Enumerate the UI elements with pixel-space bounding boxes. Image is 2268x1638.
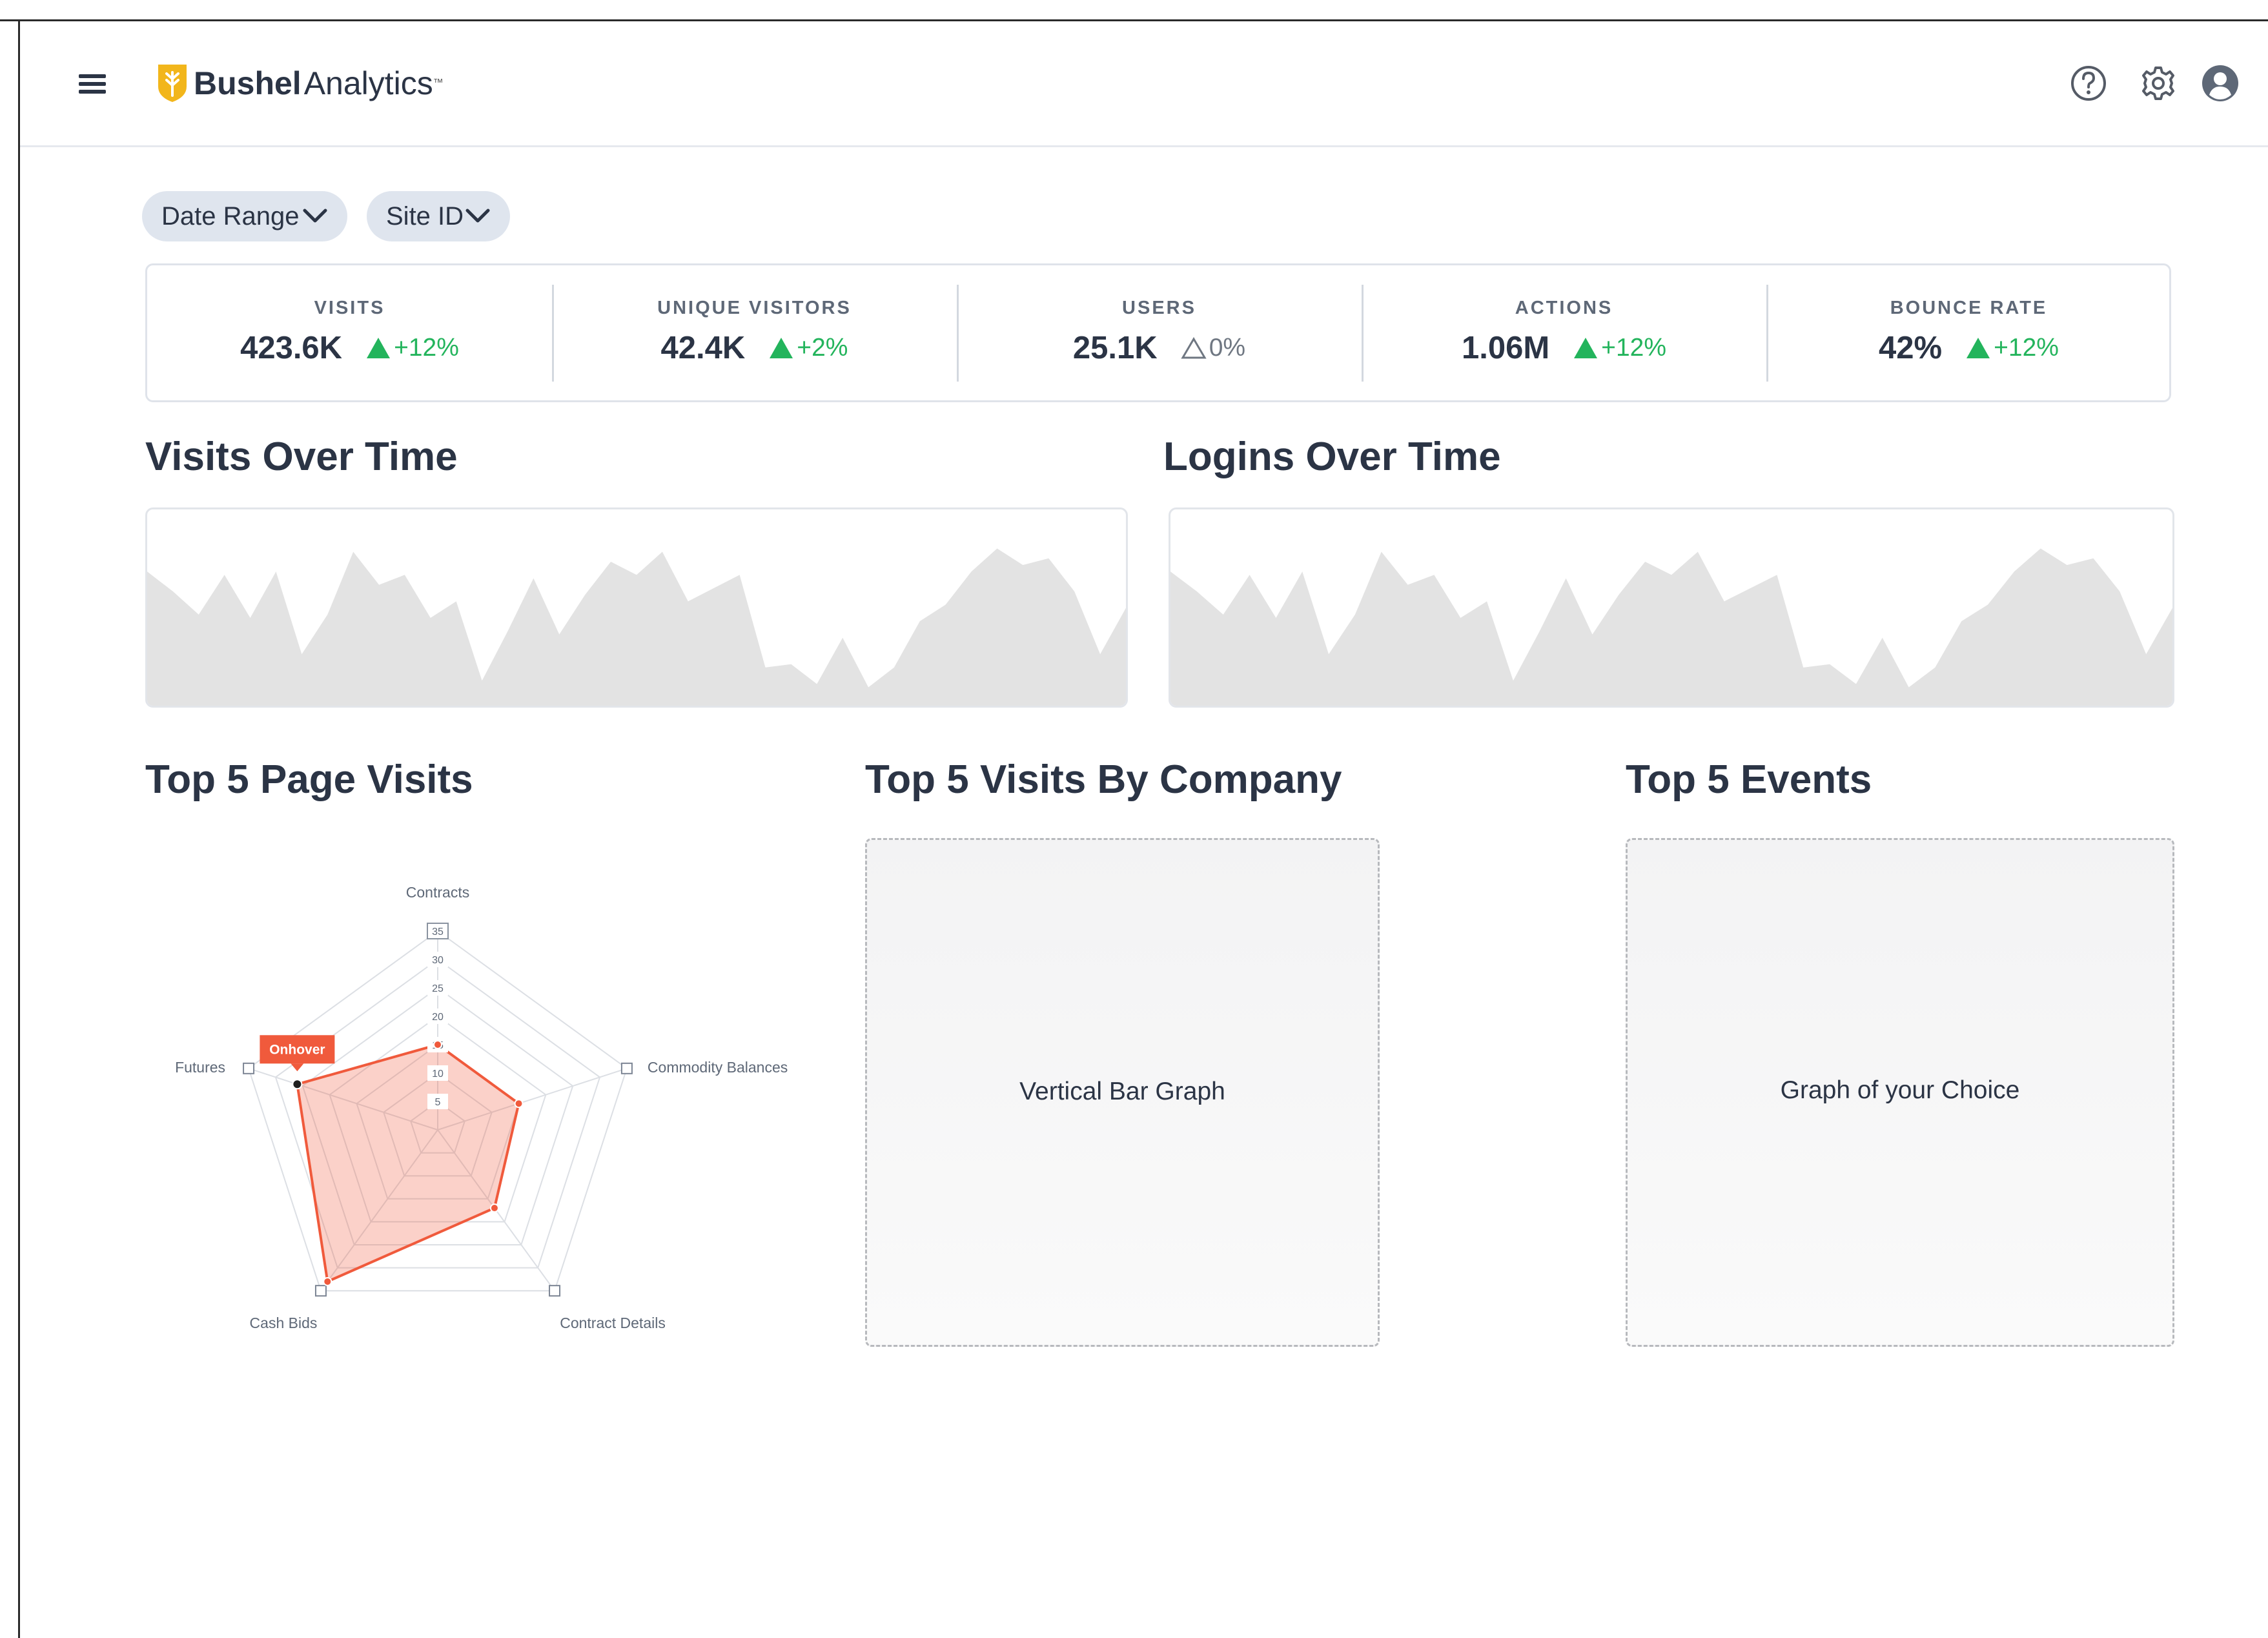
kpi-value: 1.06M	[1461, 331, 1550, 365]
radar-tick-label: 5	[435, 1097, 441, 1108]
radar-chart[interactable]: 5101520253035ContractsCommodity Balances…	[129, 833, 839, 1362]
kpi-delta: +12%	[394, 334, 459, 362]
chevron-down-icon	[303, 209, 327, 223]
dashboard: BushelAnalytics™ Date Range Site ID VISI…	[0, 0, 2268, 1638]
radar-series-area	[296, 1043, 520, 1283]
kpi-value: 423.6K	[240, 331, 343, 365]
user-icon[interactable]	[2202, 65, 2239, 102]
brand-name: BushelAnalytics™	[194, 62, 444, 105]
kpi-bounce-rate: BOUNCE RATE 42% +12%	[1766, 265, 2171, 400]
window-frame-top	[0, 19, 2268, 21]
radar-axis-marker	[549, 1285, 561, 1297]
radar-data-point[interactable]	[292, 1079, 303, 1090]
kpi-label: USERS	[1122, 298, 1196, 318]
kpi-actions: ACTIONS 1.06M +12%	[1362, 265, 1766, 400]
kpi-label: VISITS	[314, 298, 385, 318]
logins-over-time-title: Logins Over Time	[1163, 435, 1501, 479]
kpi-delta: +2%	[797, 334, 848, 362]
radar-tick-label: 30	[432, 955, 444, 966]
placeholder-label: Vertical Bar Graph	[1019, 1078, 1225, 1105]
radar-category-label: Contracts	[406, 884, 469, 901]
trend-up-icon	[367, 338, 391, 358]
kpi-label: ACTIONS	[1515, 298, 1613, 318]
kpi-users: USERS 25.1K 0%	[957, 265, 1362, 400]
kpi-unique-visitors: UNIQUE VISITORS 42.4K +2%	[552, 265, 957, 400]
radar-data-point[interactable]	[323, 1276, 332, 1286]
kpi-delta: +12%	[1601, 334, 1667, 362]
brand-light: Analytics	[303, 65, 433, 101]
date-range-label: Date Range	[161, 202, 300, 230]
kpi-delta: 0%	[1209, 334, 1246, 362]
kpi-visits: VISITS 423.6K +12%	[147, 265, 552, 400]
radar-tooltip: Onhover	[260, 1035, 335, 1072]
help-icon[interactable]	[2070, 65, 2107, 102]
gear-icon[interactable]	[2140, 65, 2177, 102]
kpi-label: BOUNCE RATE	[1890, 298, 2048, 318]
area-series	[1170, 548, 2172, 706]
radar-tick-label: 20	[432, 1012, 444, 1023]
radar-axis-marker	[314, 1285, 327, 1297]
logins-over-time-chart	[1169, 507, 2174, 708]
trend-up-icon	[770, 338, 793, 358]
vertical-bar-graph-placeholder: Vertical Bar Graph	[865, 838, 1380, 1347]
date-range-dropdown[interactable]: Date Range	[142, 191, 347, 241]
kpi-value: 25.1K	[1072, 331, 1158, 365]
trend-flat-icon	[1181, 337, 1207, 359]
radar-category-label: Futures	[175, 1059, 225, 1076]
tooltip-pointer	[291, 1063, 304, 1072]
radar-tick-label: 35	[432, 926, 444, 937]
radar-category-label: Commodity Balances	[648, 1059, 788, 1076]
kpi-summary-card: VISITS 423.6K +12% UNIQUE VISITORS 42.4K +…	[145, 263, 2171, 402]
top-page-visits-title: Top 5 Page Visits	[145, 757, 473, 802]
radar-data-point[interactable]	[514, 1099, 524, 1109]
brand-trademark: ™	[433, 77, 444, 88]
bushel-logo-icon	[158, 65, 187, 102]
kpi-value: 42%	[1879, 331, 1943, 365]
site-id-dropdown[interactable]: Site ID	[367, 191, 510, 241]
area-chart-svg	[1170, 548, 2172, 706]
graph-choice-placeholder: Graph of your Choice	[1626, 838, 2174, 1347]
header-divider	[20, 145, 2268, 147]
window-frame-left	[18, 19, 20, 1638]
radar-tick-label: 10	[432, 1069, 444, 1080]
top-events-title: Top 5 Events	[1626, 757, 1872, 802]
radar-data-point[interactable]	[489, 1203, 499, 1213]
radar-axis-marker	[243, 1062, 255, 1074]
visits-over-time-chart	[145, 507, 1128, 708]
kpi-value: 42.4K	[660, 331, 746, 365]
area-series	[147, 548, 1126, 706]
kpi-label: UNIQUE VISITORS	[657, 298, 852, 318]
site-id-label: Site ID	[386, 202, 464, 230]
placeholder-label: Graph of your Choice	[1780, 1076, 2020, 1104]
radar-category-label: Cash Bids	[250, 1315, 318, 1331]
radar-axis-marker	[620, 1062, 633, 1074]
area-chart-svg	[147, 548, 1126, 706]
visits-over-time-title: Visits Over Time	[145, 435, 458, 479]
chevron-down-icon	[465, 209, 490, 223]
tooltip-label: Onhover	[269, 1042, 325, 1057]
kpi-delta: +12%	[1994, 334, 2059, 362]
trend-up-icon	[1574, 338, 1598, 358]
trend-up-icon	[1967, 338, 1990, 358]
radar-tick-label: 25	[432, 983, 444, 994]
radar-category-label: Contract Details	[560, 1315, 666, 1331]
menu-icon[interactable]	[76, 71, 108, 97]
top-visits-company-title: Top 5 Visits By Company	[865, 757, 1342, 802]
radar-data-point[interactable]	[433, 1040, 442, 1049]
brand-bold: Bushel	[194, 65, 301, 101]
